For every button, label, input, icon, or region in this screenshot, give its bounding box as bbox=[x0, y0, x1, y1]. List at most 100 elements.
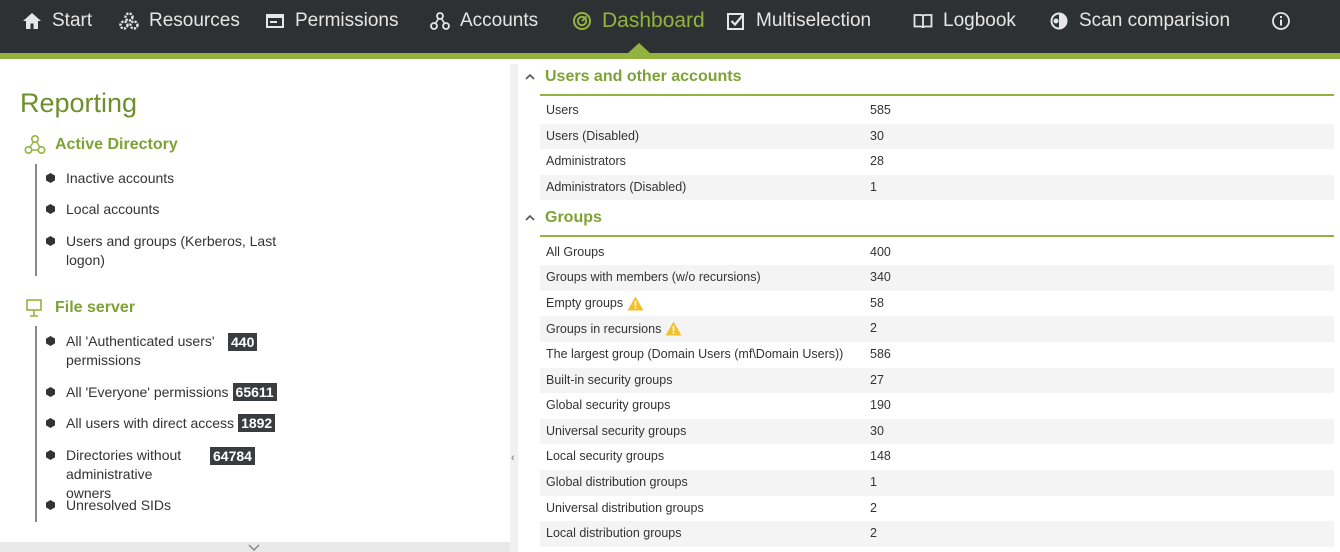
count-badge: 65611 bbox=[232, 383, 277, 401]
table-row[interactable]: Universal distribution groups 2 bbox=[540, 496, 1334, 522]
nav-resources[interactable]: Resources bbox=[119, 0, 240, 42]
report-label: Inactive accounts bbox=[66, 170, 175, 186]
nav-permissions[interactable]: Permissions bbox=[265, 0, 398, 42]
nav-info[interactable] bbox=[1271, 0, 1301, 42]
row-label: All Groups bbox=[546, 244, 605, 259]
nav-multiselection[interactable]: Multiselection bbox=[726, 0, 871, 42]
groups-section-title: Groups bbox=[545, 209, 602, 226]
table-row[interactable]: Global distribution groups 1 bbox=[540, 470, 1334, 496]
nav-start[interactable]: Start bbox=[22, 0, 92, 42]
count-badge: 64784 bbox=[210, 447, 255, 465]
report-label: All 'Authenticated users' permissions bbox=[66, 333, 215, 368]
row-value: 28 bbox=[870, 154, 884, 169]
table-row[interactable]: Users 585 bbox=[540, 98, 1334, 124]
row-label: Administrators (Disabled) bbox=[546, 179, 687, 194]
row-label: Groups in recursions bbox=[546, 321, 662, 336]
table-row[interactable]: Groups with members (w/o recursions) 340 bbox=[540, 265, 1334, 291]
bullet-icon bbox=[46, 204, 55, 214]
nav-dashboard[interactable]: Dashboard bbox=[572, 0, 705, 42]
row-value: 1 bbox=[870, 475, 877, 489]
table-row[interactable]: Empty groups 58 bbox=[540, 291, 1334, 317]
row-label: Global distribution groups bbox=[546, 475, 688, 489]
chevron-up-icon bbox=[525, 214, 535, 221]
row-value: 585 bbox=[870, 103, 891, 117]
table-row[interactable]: Global security groups 190 bbox=[540, 393, 1334, 419]
bullet-icon bbox=[46, 336, 55, 346]
nav-logbook[interactable]: Logbook bbox=[913, 0, 1016, 42]
report-inactive-accounts[interactable]: Inactive accounts bbox=[46, 169, 306, 188]
row-label: Empty groups bbox=[546, 296, 624, 311]
row-value: 2 bbox=[870, 526, 877, 541]
report-label: All users with direct access bbox=[66, 415, 235, 431]
users-section-header[interactable]: Users and other accounts bbox=[518, 64, 1334, 96]
nav-dashboard-label: Dashboard bbox=[602, 9, 705, 32]
dashboard-icon bbox=[573, 12, 591, 30]
chevron-down-icon[interactable] bbox=[248, 544, 260, 552]
report-label: Directories without administrative owner… bbox=[66, 447, 182, 501]
row-value: 30 bbox=[870, 128, 884, 143]
panel-splitter[interactable] bbox=[510, 64, 518, 552]
report-unresolved-sids[interactable]: Unresolved SIDs bbox=[46, 496, 306, 515]
compare-icon bbox=[1050, 12, 1068, 30]
report-label: Users and groups (Kerberos, Last logon) bbox=[66, 233, 277, 268]
row-value: 2 bbox=[870, 321, 877, 336]
row-value: 27 bbox=[870, 372, 884, 387]
network-icon bbox=[24, 134, 46, 155]
row-label: Universal distribution groups bbox=[546, 500, 704, 515]
warning-icon bbox=[627, 296, 644, 311]
row-value: 586 bbox=[870, 347, 891, 361]
active-directory-heading[interactable]: Active Directory bbox=[24, 134, 178, 156]
users-section-title: Users and other accounts bbox=[545, 68, 742, 85]
row-label: Users bbox=[546, 103, 579, 117]
table-row[interactable]: Local security groups 148 bbox=[540, 444, 1334, 470]
row-value: 400 bbox=[870, 244, 891, 259]
nav-multiselection-label: Multiselection bbox=[756, 10, 872, 31]
report-authenticated-users[interactable]: All 'Authenticated users' permissions 44… bbox=[46, 332, 266, 370]
row-value: 148 bbox=[870, 449, 891, 464]
chevron-up-icon bbox=[525, 73, 535, 80]
row-label-with-warning: Empty groups bbox=[546, 296, 644, 311]
nav-accounts-label: Accounts bbox=[460, 10, 539, 31]
dashboard-panel: Users and other accounts Users 585 Users… bbox=[518, 64, 1340, 552]
table-row[interactable]: Universal security groups 30 bbox=[540, 418, 1334, 445]
table-row[interactable]: Administrators 28 bbox=[540, 149, 1334, 175]
row-value: 58 bbox=[870, 295, 884, 310]
bullet-icon bbox=[46, 500, 55, 510]
nav-accent-line bbox=[0, 53, 1340, 59]
file-server-heading[interactable]: File server bbox=[24, 297, 135, 319]
row-value: 30 bbox=[870, 423, 884, 438]
row-label: Users (Disabled) bbox=[546, 128, 640, 143]
report-direct-access[interactable]: All users with direct access 1892 bbox=[46, 414, 346, 433]
nav-start-label: Start bbox=[52, 10, 93, 31]
reporting-panel: Reporting Active Directory Inactive acco… bbox=[0, 64, 510, 544]
top-navigation: Start Resources Permissions Accounts Das… bbox=[0, 0, 1340, 54]
row-value: 190 bbox=[870, 398, 891, 413]
nav-permissions-label: Permissions bbox=[295, 10, 399, 31]
nav-scan-comparison[interactable]: Scan comparision bbox=[1049, 0, 1230, 42]
nav-accounts[interactable]: Accounts bbox=[430, 0, 538, 42]
chevron-left-icon[interactable]: ‹ bbox=[511, 452, 515, 464]
report-users-and-groups[interactable]: Users and groups (Kerberos, Last logon) bbox=[46, 232, 296, 270]
table-row[interactable]: Groups in recursions 2 bbox=[540, 316, 1334, 342]
table-row[interactable]: Administrators (Disabled) 1 bbox=[540, 174, 1334, 201]
report-directories-without-owners[interactable]: Directories without administrative owner… bbox=[46, 446, 266, 503]
table-row[interactable]: Built-in security groups 27 bbox=[540, 367, 1334, 394]
groups-section-header[interactable]: Groups bbox=[518, 205, 1334, 237]
checkbox-icon bbox=[727, 13, 744, 30]
bullet-icon bbox=[46, 173, 55, 183]
nav-logbook-label: Logbook bbox=[943, 10, 1016, 31]
report-label: All 'Everyone' permissions bbox=[66, 384, 229, 400]
count-badge: 1892 bbox=[238, 414, 276, 432]
bullet-icon bbox=[46, 236, 55, 246]
table-row[interactable]: Local distribution groups 2 bbox=[540, 521, 1334, 547]
row-label: Global security groups bbox=[546, 398, 671, 413]
row-label: Universal security groups bbox=[546, 423, 687, 438]
report-everyone-permissions[interactable]: All 'Everyone' permissions 65611 bbox=[46, 383, 346, 402]
table-row[interactable]: All Groups 400 bbox=[540, 240, 1334, 266]
bullet-icon bbox=[46, 387, 55, 397]
count-badge: 440 bbox=[228, 333, 258, 351]
row-label: Administrators bbox=[546, 154, 626, 169]
table-row[interactable]: The largest group (Domain Users (mf\Doma… bbox=[540, 342, 1334, 368]
report-local-accounts[interactable]: Local accounts bbox=[46, 200, 306, 219]
table-row[interactable]: Users (Disabled) 30 bbox=[540, 123, 1334, 150]
